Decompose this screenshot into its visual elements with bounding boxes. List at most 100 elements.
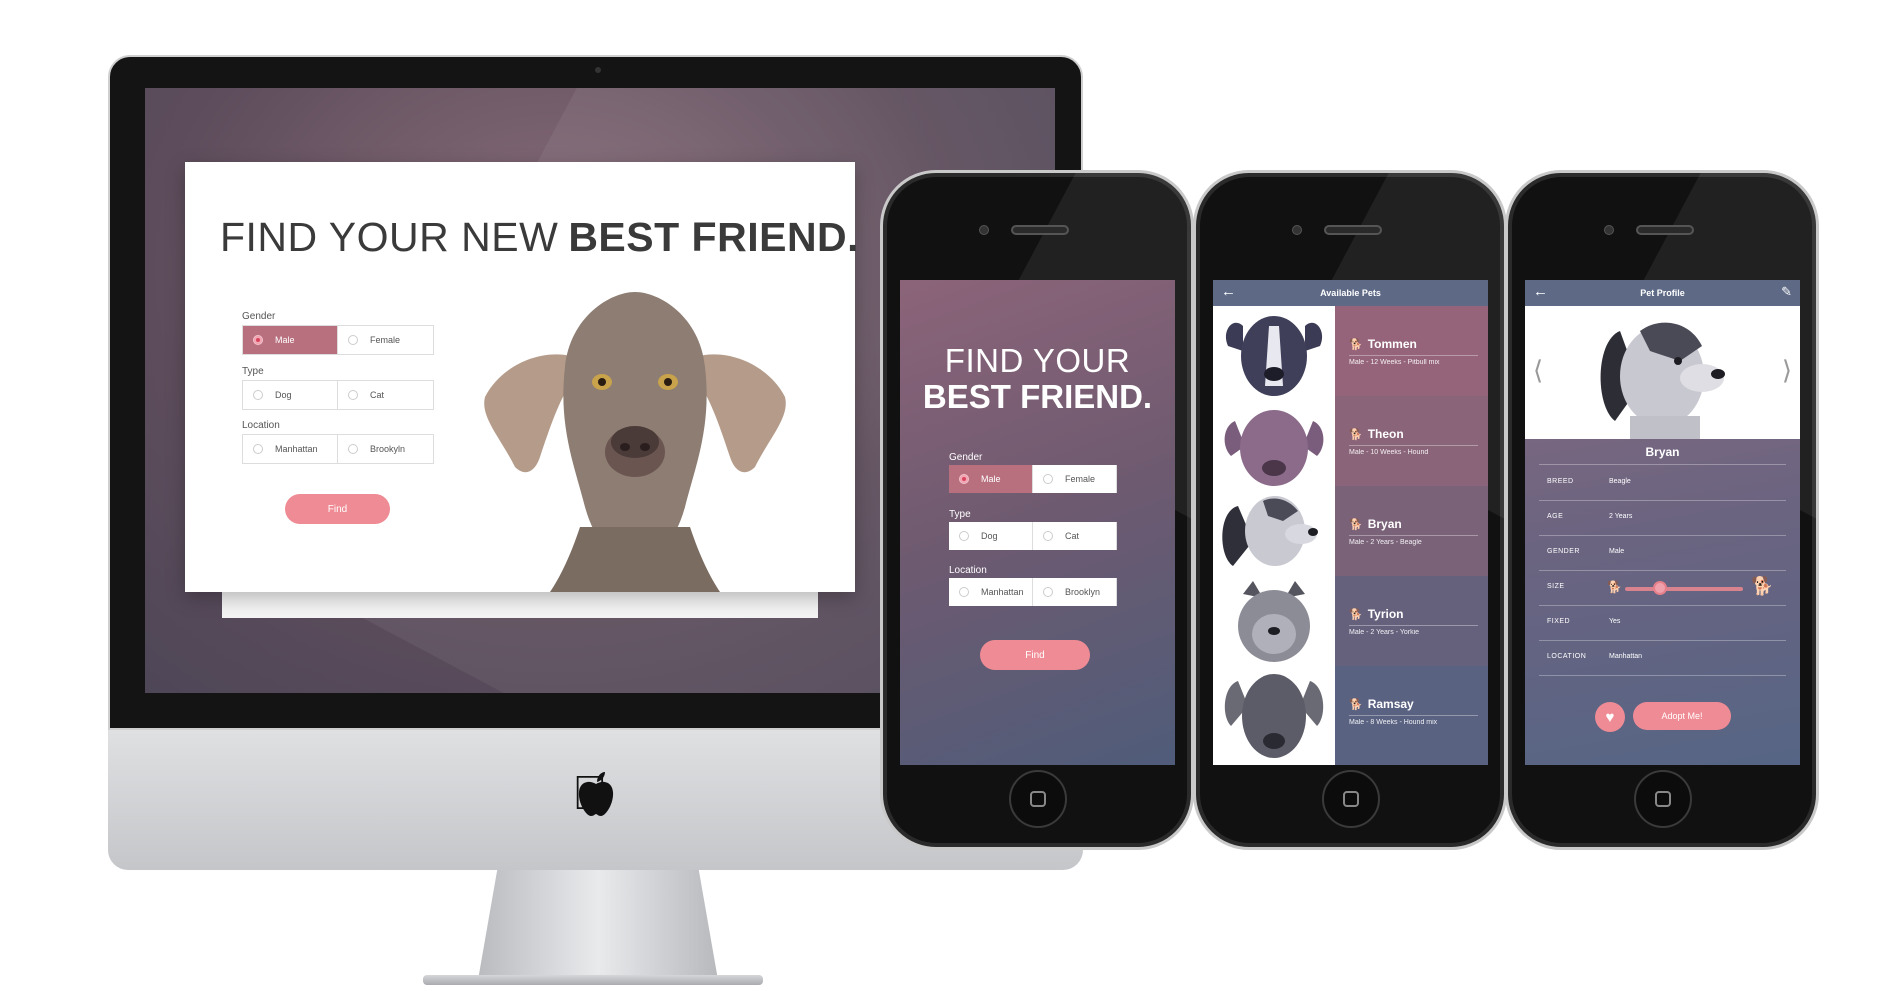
adopt-button[interactable]: Adopt Me! [1633,702,1731,730]
radio-icon [959,474,969,484]
speaker-grille [1011,225,1069,235]
pet-row-tyrion[interactable]: 🐕 Tyrion Male - 2 Years - Yorkie [1213,576,1488,666]
paw-icon: 🐕 [1349,519,1363,531]
home-button[interactable] [1634,770,1692,828]
pet-meta: Male - 12 Weeks - Pitbull mix [1349,359,1440,366]
imac-foot [423,975,763,985]
paw-icon: 🐕 [1349,699,1363,711]
type-option-cat[interactable]: Cat [1033,522,1117,550]
field-fixed: FIXED Yes [1547,618,1621,625]
top-bar: ← Pet Profile ✎ [1525,280,1800,306]
page-title: FIND YOUR BEST FRIEND. [922,342,1153,415]
pet-meta: Male - 10 Weeks - Hound [1349,449,1429,456]
field-age: AGE 2 Years [1547,513,1633,520]
apple-logo-icon [578,772,614,816]
gender-label: Gender [242,311,276,322]
pet-meta: Male - 2 Years - Yorkie [1349,629,1420,636]
pet-row-ramsay[interactable]: 🐕 Ramsay Male - 8 Weeks - Hound mix [1213,666,1488,765]
large-dog-icon: 🐕 [1751,576,1774,596]
radio-icon [1043,531,1053,541]
radio-icon [253,390,263,400]
pet-name: Theon [1367,427,1404,441]
radio-icon [959,587,969,597]
card-shadow [222,592,818,618]
phone-search: FIND YOUR BEST FRIEND. Gender Male Femal… [880,170,1194,850]
paw-icon: 🐕 [1349,609,1363,621]
gender-option-male[interactable]: Male [243,326,338,354]
location-label: Location [949,565,987,576]
gender-option-female[interactable]: Female [338,326,433,354]
heart-icon: ♥ [1605,708,1615,726]
home-button[interactable] [1009,770,1067,828]
pet-row-bryan[interactable]: 🐕 Bryan Male - 2 Years - Beagle [1213,486,1488,576]
page-title: FIND YOUR NEW BEST FRIEND. [220,214,859,261]
back-arrow-icon[interactable]: ← [1533,284,1548,299]
camera-icon [1292,225,1302,235]
field-gender: GENDER Male [1547,548,1625,555]
type-option-dog[interactable]: Dog [243,381,338,409]
field-breed: BREED Beagle [1547,478,1631,485]
imac-camera [595,67,601,73]
radio-icon [1043,587,1053,597]
location-option-brooklyn[interactable]: Brooklyn [1033,578,1117,606]
field-location: LOCATION Manhattan [1547,653,1643,660]
radio-icon [253,335,263,345]
pet-meta: Male - 8 Weeks - Hound mix [1349,719,1438,726]
radio-icon [348,444,358,454]
radio-icon [253,444,263,454]
weimaraner-photo [484,292,786,592]
radio-icon [1043,474,1053,484]
chevron-left-icon[interactable]: ⟨ [1533,355,1543,386]
location-option-manhattan[interactable]: Manhattan [949,578,1033,606]
radio-icon [959,531,969,541]
small-dog-icon: 🐕 [1607,580,1622,594]
headline-light: FIND YOUR NEW [220,214,559,260]
top-bar: ← Available Pets [1213,280,1488,306]
pet-name: Bryan [1367,517,1402,531]
location-option-brooklyn[interactable]: Brookyln [338,435,433,463]
available-pets-screen: ← Available Pets 🐕 Tommen Male - 12 Weeks… [1213,280,1488,765]
type-option-dog[interactable]: Dog [949,522,1033,550]
pet-photo [1213,666,1335,765]
gender-selector: Male Female [949,465,1117,493]
edit-icon[interactable]: ✎ [1781,285,1792,298]
pet-row-tommen[interactable]: 🐕 Tommen Male - 12 Weeks - Pitbull mix [1213,306,1488,396]
pet-row-theon[interactable]: 🐕 Theon Male - 10 Weeks - Hound [1213,396,1488,486]
pet-photo [1213,486,1335,576]
find-button[interactable]: Find [980,640,1090,670]
paw-icon: 🐕 [1349,339,1363,351]
gender-option-male[interactable]: Male [949,465,1033,493]
pet-photo [1213,576,1335,666]
pet-name: Tyrion [1367,607,1404,621]
pet-name: Bryan [1645,445,1680,459]
pet-meta: Male - 2 Years - Beagle [1349,539,1422,546]
speaker-grille [1324,225,1382,235]
search-screen: FIND YOUR BEST FRIEND. Gender Male Femal… [900,280,1175,765]
speaker-grille [1636,225,1694,235]
size-slider-handle[interactable] [1653,581,1668,595]
location-label: Location [242,420,280,431]
type-selector: Dog Cat [949,522,1117,550]
gender-option-female[interactable]: Female [1033,465,1117,493]
size-slider[interactable] [1625,587,1743,591]
pet-profile-screen: ← Pet Profile ✎ ⟨ ⟩ Bryan BREED Beagle A… [1525,280,1800,765]
field-size: SIZE 🐕 🐕 [1547,576,1774,596]
type-selector: Dog Cat [242,380,434,410]
camera-icon [1604,225,1614,235]
find-button[interactable]: Find [285,494,390,524]
paw-icon: 🐕 [1349,429,1363,441]
location-option-manhattan[interactable]: Manhattan [243,435,338,463]
type-option-cat[interactable]: Cat [338,381,433,409]
pet-photo [1213,396,1335,486]
desktop-search-card: FIND YOUR NEW BEST FRIEND. Gender Male Fe… [185,162,859,592]
type-label: Type [949,509,971,520]
favorite-button[interactable]: ♥ [1595,702,1625,732]
home-button[interactable] [1322,770,1380,828]
profile-photo-area [1525,306,1800,439]
gender-label: Gender [949,452,983,463]
camera-icon [979,225,989,235]
screen-title: Available Pets [1320,288,1381,298]
screen-title: Pet Profile [1640,288,1685,298]
back-arrow-icon[interactable]: ← [1221,284,1236,299]
chevron-right-icon[interactable]: ⟩ [1782,355,1792,386]
